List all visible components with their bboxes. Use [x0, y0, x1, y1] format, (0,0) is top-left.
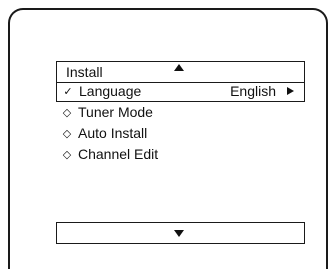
scroll-down-icon[interactable] [174, 230, 184, 237]
submenu-arrow-icon[interactable] [287, 87, 294, 95]
diamond-icon: ◇ [62, 107, 72, 119]
checkmark-icon: ✓ [63, 86, 73, 98]
menu-item-tuner-mode[interactable]: ◇ Tuner Mode [56, 104, 305, 123]
menu-title: Install [66, 64, 103, 80]
language-value: English [230, 83, 276, 99]
scroll-up-icon[interactable] [174, 64, 184, 71]
menu-footer [56, 222, 305, 244]
menu-header: Install [56, 61, 305, 83]
menu-item-language[interactable]: ✓ Language English [56, 83, 305, 102]
menu-item-label: Auto Install [78, 125, 148, 141]
menu-item-label: Tuner Mode [78, 104, 153, 120]
diamond-icon: ◇ [62, 149, 72, 161]
menu-item-label: Language [79, 83, 142, 99]
menu-item-auto-install[interactable]: ◇ Auto Install [56, 125, 305, 144]
diamond-icon: ◇ [62, 128, 72, 140]
menu-item-label: Channel Edit [78, 146, 159, 162]
menu-item-channel-edit[interactable]: ◇ Channel Edit [56, 146, 305, 165]
